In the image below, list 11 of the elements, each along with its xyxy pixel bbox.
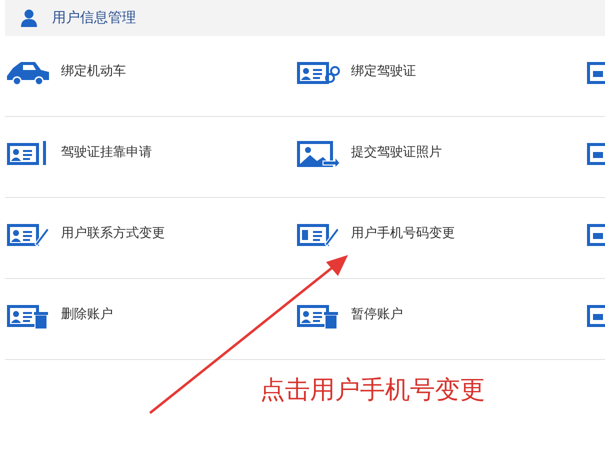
section-title: 用户信息管理 bbox=[52, 8, 136, 28]
menu-item[interactable]: 删除账户 bbox=[5, 299, 113, 331]
menu-item[interactable]: 绑定机动车 bbox=[5, 56, 126, 88]
menu-item[interactable]: 驾驶证挂靠申请 bbox=[5, 137, 152, 169]
menu-item[interactable]: 绑定驾驶证 bbox=[295, 56, 416, 88]
menu-item[interactable]: 用户手机号码变更 bbox=[295, 218, 455, 250]
user-icon bbox=[20, 9, 38, 27]
menu-item[interactable]: 提交驾驶证照片 bbox=[295, 137, 442, 169]
menu-item[interactable]: 暂停账户 bbox=[295, 299, 403, 331]
menu-item[interactable]: 用户联系方式变更 bbox=[5, 218, 165, 250]
annotation-text: 点击用户手机号变更 bbox=[260, 376, 485, 406]
